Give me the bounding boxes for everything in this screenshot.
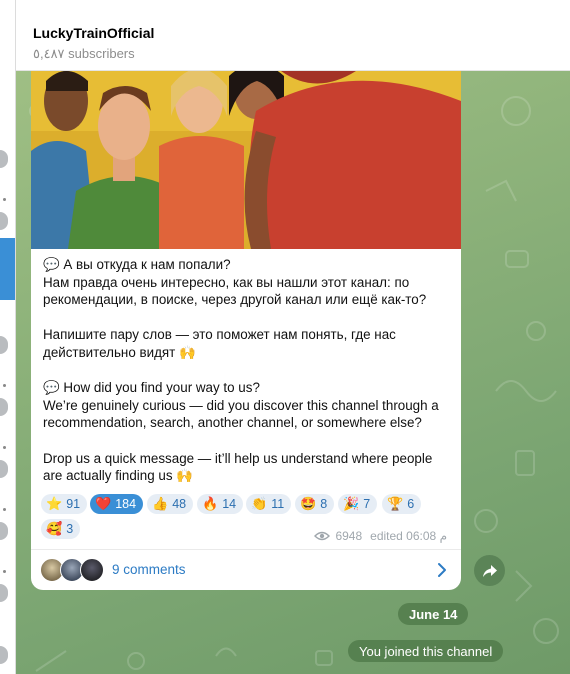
reaction-star[interactable]: ⭐ 91 — [41, 494, 88, 514]
joined-notice: You joined this channel — [348, 640, 504, 662]
dot-marker — [3, 198, 6, 201]
reaction-smiling-hearts[interactable]: 🥰 3 — [41, 519, 81, 539]
dot-marker — [3, 384, 6, 387]
fire-icon: 🔥 — [202, 496, 219, 511]
subscriber-count: ٥,٤٨٧ subscribers — [33, 46, 135, 61]
reaction-star-struck[interactable]: 🤩 8 — [295, 494, 335, 514]
post-paragraph: 💬 А вы откуда к нам попали? Нам правда о… — [43, 257, 427, 308]
reaction-count: 8 — [320, 497, 328, 511]
reaction-thumbs-up[interactable]: 👍 48 — [147, 494, 194, 514]
reaction-count: 6 — [407, 497, 415, 511]
chat-avatar-edge[interactable] — [0, 522, 8, 540]
post-paragraph: Напишите пару слов — это поможет нам пон… — [43, 327, 400, 360]
post-paragraph: Drop us a quick message — it’ll help us … — [43, 450, 437, 484]
share-arrow-icon — [482, 564, 497, 577]
star-struck-icon: 🤩 — [300, 496, 317, 511]
thumbs-up-icon: 👍 — [152, 496, 169, 511]
dot-marker — [3, 446, 6, 449]
post-paragraph: 💬 How did you find your way to us? We’re… — [43, 380, 439, 431]
eye-icon — [314, 531, 331, 541]
channel-post[interactable]: 💬 А вы откуда к нам попали? Нам правда о… — [31, 71, 461, 590]
comments-link[interactable]: 9 comments — [112, 562, 186, 577]
reaction-party[interactable]: 🎉 7 — [338, 494, 378, 514]
smiling-hearts-icon: 🥰 — [46, 521, 63, 536]
reaction-count: 7 — [363, 497, 371, 511]
heart-icon: ❤️ — [95, 496, 112, 511]
dot-marker — [3, 570, 6, 573]
clap-icon: 👏 — [251, 496, 268, 511]
chat-avatar-edge[interactable] — [0, 584, 8, 602]
chat-avatar-edge[interactable] — [0, 150, 8, 168]
chat-header[interactable]: LuckyTrainOfficial ٥,٤٨٧ subscribers — [16, 0, 570, 71]
post-illustration — [31, 71, 461, 249]
reaction-count: 48 — [172, 497, 187, 511]
reaction-count: 91 — [66, 497, 81, 511]
chat-avatar-edge[interactable] — [0, 212, 8, 230]
dot-marker — [3, 508, 6, 511]
chat-avatar-edge[interactable] — [0, 398, 8, 416]
star-icon: ⭐ — [46, 496, 63, 511]
reaction-count: 11 — [271, 497, 285, 511]
comments-bar[interactable]: 9 comments — [31, 549, 461, 590]
chat-avatar-edge[interactable] — [0, 646, 8, 664]
post-meta: 6948 edited 06:08 م — [314, 529, 447, 543]
chat-avatar-edge[interactable] — [0, 460, 8, 478]
reaction-fire[interactable]: 🔥 14 — [197, 494, 244, 514]
reaction-trophy[interactable]: 🏆 6 — [382, 494, 422, 514]
reaction-count: 184 — [115, 497, 137, 511]
trophy-icon: 🏆 — [387, 496, 404, 511]
reaction-heart[interactable]: ❤️ 184 — [90, 494, 144, 514]
avatar — [80, 558, 104, 582]
reaction-clap[interactable]: 👏 11 — [246, 494, 292, 514]
view-count: 6948 — [335, 529, 363, 543]
active-chat-item[interactable] — [0, 238, 15, 300]
reaction-count: 14 — [222, 497, 237, 511]
edited-timestamp: edited 06:08 م — [370, 529, 447, 543]
chat-avatar-edge[interactable] — [0, 336, 8, 354]
share-button[interactable] — [474, 555, 505, 586]
chevron-right-icon[interactable] — [435, 562, 449, 578]
commenter-avatars — [40, 558, 110, 582]
chat-list-edge — [0, 0, 16, 674]
channel-title[interactable]: LuckyTrainOfficial — [33, 25, 154, 41]
date-separator: June 14 — [398, 603, 469, 625]
party-popper-icon: 🎉 — [343, 496, 360, 511]
reaction-count: 3 — [66, 522, 74, 536]
post-text: 💬 А вы откуда к нам попали? Нам правда о… — [43, 256, 455, 485]
